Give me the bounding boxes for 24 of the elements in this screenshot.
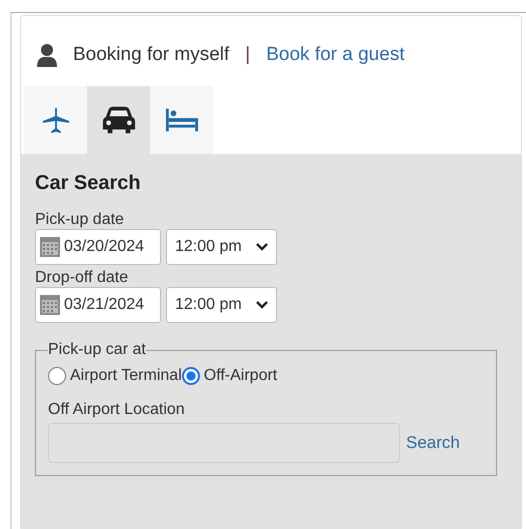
date-field[interactable]: 03/21/2024	[35, 287, 161, 323]
guest-link[interactable]: Book for a guest	[266, 44, 405, 66]
radio-button[interactable]	[182, 367, 200, 385]
chevron-down-icon	[256, 301, 268, 309]
date-label: Drop-off date	[35, 269, 130, 287]
car-icon	[102, 105, 136, 135]
tab[interactable]	[87, 86, 150, 154]
time-select[interactable]: 12:00 pm	[166, 287, 277, 323]
date-field[interactable]: 03/20/2024	[35, 229, 161, 265]
fieldset-legend: Pick-up car at	[48, 341, 146, 359]
date-label: Pick-up date	[35, 211, 125, 229]
panel-title: Car Search	[35, 172, 142, 195]
booking-label: Booking for myself	[73, 44, 230, 66]
radio-option[interactable]: Off-Airport	[182, 367, 278, 385]
search-link[interactable]: Search	[406, 433, 460, 453]
chevron-down-icon	[256, 243, 268, 251]
calendar-icon	[39, 236, 61, 258]
calendar-icon	[39, 294, 61, 316]
location-label: Off Airport Location	[48, 401, 186, 419]
time-select[interactable]: 12:00 pm	[166, 229, 277, 265]
separator: |	[245, 44, 250, 66]
radio-button[interactable]	[48, 367, 66, 385]
person-icon	[37, 43, 57, 67]
radio-option[interactable]: Airport Terminal	[48, 367, 182, 385]
